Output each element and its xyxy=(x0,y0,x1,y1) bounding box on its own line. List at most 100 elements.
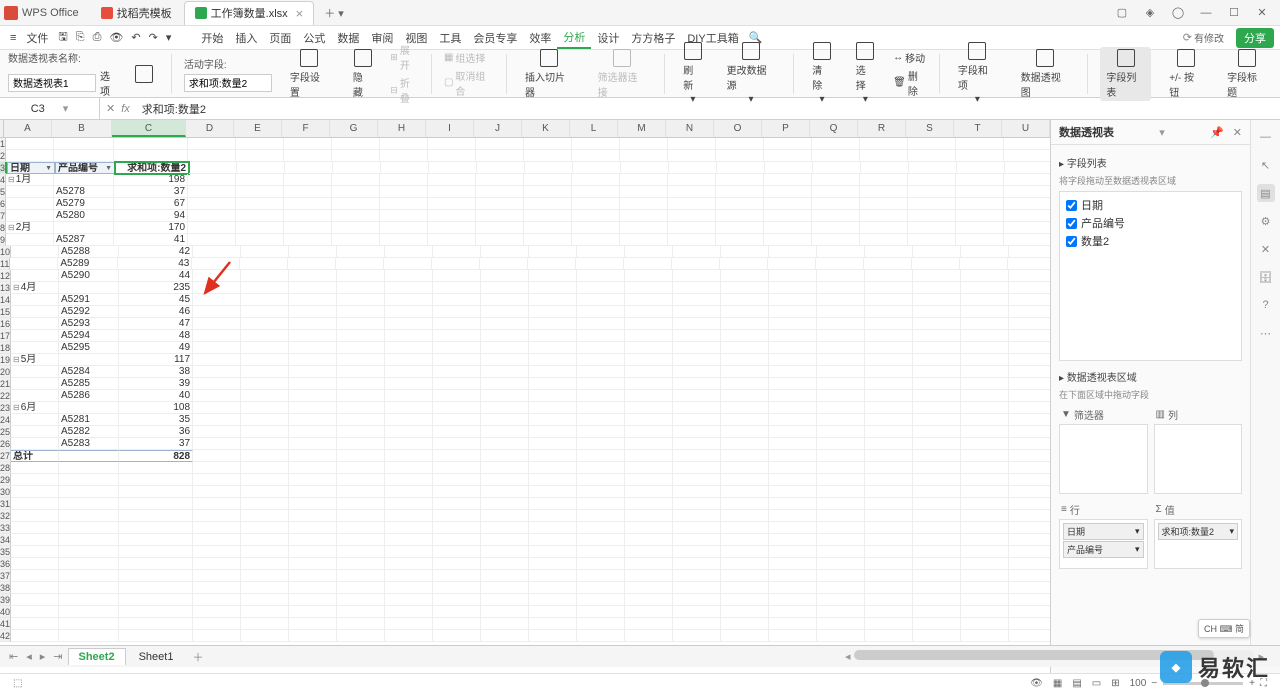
ime-badge[interactable]: CH ⌨ 简 xyxy=(1198,619,1250,638)
plusminus-button[interactable]: +/- 按钮 xyxy=(1163,47,1209,101)
options-button[interactable]: 选项 xyxy=(100,68,117,98)
fx-icon[interactable]: fx xyxy=(121,103,130,115)
col-header[interactable]: D xyxy=(186,120,234,137)
share-button[interactable]: 分享 xyxy=(1236,28,1274,48)
close-pane-icon[interactable]: ✕ xyxy=(1233,127,1242,139)
sheet-nav-first[interactable]: ⇤ xyxy=(6,650,21,663)
view-page-icon[interactable]: ▤ xyxy=(1067,678,1086,689)
move-button[interactable]: ↔移动 xyxy=(893,50,925,65)
menu-efficiency[interactable]: 效率 xyxy=(523,27,557,49)
select-button[interactable]: 选择▾ xyxy=(850,40,881,107)
sheet-nav-last[interactable]: ⇥ xyxy=(50,650,65,663)
spreadsheet[interactable]: A B C D E F G H I J K L M N O P Q R S T … xyxy=(0,120,1050,680)
col-header[interactable]: T xyxy=(954,120,1002,137)
record-icon[interactable]: ⬚ xyxy=(8,678,27,689)
col-header[interactable]: E xyxy=(234,120,282,137)
menu-ffgz[interactable]: 方方格子 xyxy=(625,27,681,49)
undo-icon[interactable]: ↶ xyxy=(127,27,144,49)
save-icon[interactable]: 🖫 xyxy=(54,27,71,49)
file-menu[interactable]: 文件 xyxy=(20,27,54,49)
close-tab-icon[interactable]: × xyxy=(296,6,304,21)
row-field-chip[interactable]: 产品编号▾ xyxy=(1063,541,1144,558)
rows-area[interactable]: 日期▾ 产品编号▾ xyxy=(1059,519,1148,569)
col-header[interactable]: I xyxy=(426,120,474,137)
close-window-button[interactable]: ✕ xyxy=(1248,3,1276,23)
change-source-button[interactable]: 更改数据源▾ xyxy=(721,40,782,107)
clear-button[interactable]: 清除▾ xyxy=(806,40,837,107)
menu-page[interactable]: 页面 xyxy=(263,27,297,49)
col-header[interactable]: B xyxy=(52,120,112,137)
col-header[interactable]: A xyxy=(4,120,52,137)
active-field-input[interactable] xyxy=(184,74,272,92)
group-select-button[interactable]: ▦组选择 xyxy=(444,50,485,65)
tab-template[interactable]: 找稻壳模板 xyxy=(91,1,182,25)
view-normal-icon[interactable]: ▦ xyxy=(1048,678,1067,689)
menu-insert[interactable]: 插入 xyxy=(229,27,263,49)
minimize-button[interactable]: — xyxy=(1192,3,1220,23)
user-avatar-icon[interactable]: ◯ xyxy=(1164,3,1192,23)
export-icon[interactable]: ⎘ xyxy=(72,27,89,49)
field-headers-button[interactable]: 字段标题 xyxy=(1221,47,1272,101)
print-icon[interactable]: ⎙ xyxy=(89,27,106,49)
redo-icon[interactable]: ↷ xyxy=(145,27,162,49)
backup-icon[interactable]: 🗄 xyxy=(1257,268,1275,286)
help-icon[interactable]: ? xyxy=(1257,296,1275,314)
sheet-tab[interactable]: Sheet2 xyxy=(68,648,126,665)
col-header[interactable]: H xyxy=(378,120,426,137)
col-header[interactable]: J xyxy=(474,120,522,137)
select-tool-icon[interactable]: ↖ xyxy=(1257,156,1275,174)
zoom-out-button[interactable]: − xyxy=(1151,678,1157,689)
adjust-icon[interactable]: ✕ xyxy=(1257,240,1275,258)
cancel-fx-icon[interactable]: ✕ xyxy=(106,102,115,115)
add-sheet-button[interactable]: ＋ xyxy=(186,649,209,665)
pivot-pane-icon[interactable]: ▤ xyxy=(1257,184,1275,202)
filter-connection-button[interactable]: 筛选器连接 xyxy=(592,47,653,101)
col-header[interactable]: F xyxy=(282,120,330,137)
view-reading-icon[interactable]: ▭ xyxy=(1087,678,1106,689)
field-item[interactable]: 数量2 xyxy=(1064,232,1237,250)
menu-member[interactable]: 会员专享 xyxy=(467,27,523,49)
menu-start[interactable]: 开始 xyxy=(195,27,229,49)
zoom-value[interactable]: 100 xyxy=(1125,678,1152,689)
field-checkbox[interactable] xyxy=(1066,218,1077,229)
pivot-name-input[interactable] xyxy=(8,74,96,92)
refresh-button[interactable]: 刷新▾ xyxy=(677,40,708,107)
menu-design[interactable]: 设计 xyxy=(591,27,625,49)
field-list-button[interactable]: 字段列表 xyxy=(1100,47,1151,101)
field-item[interactable]: 日期 xyxy=(1064,196,1237,214)
col-header[interactable]: C xyxy=(112,120,186,137)
values-area[interactable]: 求和项:数量2▾ xyxy=(1154,519,1243,569)
property-icon[interactable]: ⚙ xyxy=(1257,212,1275,230)
menu-tools[interactable]: 工具 xyxy=(433,27,467,49)
col-header[interactable]: L xyxy=(570,120,618,137)
dropdown-icon[interactable]: ▾ xyxy=(162,27,176,49)
menu-data[interactable]: 数据 xyxy=(331,27,365,49)
formula-input[interactable]: 求和项:数量2 xyxy=(136,101,1280,117)
filters-area[interactable] xyxy=(1059,424,1148,494)
field-settings-button[interactable]: 字段设置 xyxy=(284,47,335,101)
tab-workbook[interactable]: 工作簿数量.xlsx × xyxy=(184,1,315,25)
col-header[interactable]: G xyxy=(330,120,378,137)
col-header[interactable]: S xyxy=(906,120,954,137)
delete-button[interactable]: 🗑删除 xyxy=(893,68,927,98)
sheet-nav-prev[interactable]: ◂ xyxy=(23,650,35,663)
col-header[interactable]: U xyxy=(1002,120,1050,137)
eye-icon[interactable]: 👁 xyxy=(1025,678,1048,689)
sheet-tab[interactable]: Sheet1 xyxy=(128,648,185,666)
col-header[interactable]: P xyxy=(762,120,810,137)
expand-button[interactable]: ⊞展开 xyxy=(390,42,419,72)
menu-analyze[interactable]: 分析 xyxy=(557,27,591,49)
field-item[interactable]: 产品编号 xyxy=(1064,214,1237,232)
name-box[interactable]: C3 ▾ xyxy=(0,98,100,119)
app-menu-icon[interactable]: ≡ xyxy=(6,27,20,49)
collapse-pane-icon[interactable]: — xyxy=(1257,128,1275,146)
row-field-chip[interactable]: 日期▾ xyxy=(1063,523,1144,540)
preview-icon[interactable]: 👁 xyxy=(105,27,127,49)
ungroup-button[interactable]: ▢取消组合 xyxy=(444,68,494,98)
maximize-button[interactable]: ☐ xyxy=(1220,3,1248,23)
insert-slicer-button[interactable]: 插入切片器 xyxy=(519,47,580,101)
field-list[interactable]: 日期 产品编号 数量2 xyxy=(1059,191,1242,361)
more-icon[interactable]: ⋯ xyxy=(1257,324,1275,342)
col-header[interactable]: Q xyxy=(810,120,858,137)
columns-area[interactable] xyxy=(1154,424,1243,494)
